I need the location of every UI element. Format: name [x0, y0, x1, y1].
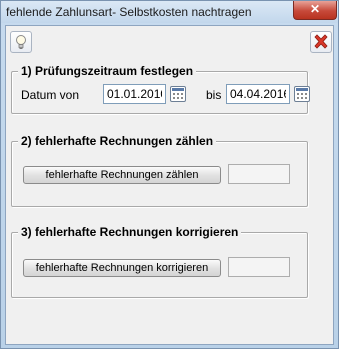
date-to-calendar-button[interactable]	[294, 86, 310, 102]
count-invoices-result	[228, 164, 290, 184]
date-range-legend: 1) Prüfungszeitraum festlegen	[18, 64, 197, 78]
app-window: fehlende Zahlunsart- Selbstkosten nachtr…	[0, 0, 339, 349]
fix-invoices-group: 3) fehlerhafte Rechnungen korrigieren fe…	[11, 225, 308, 298]
date-from-label: Datum von	[21, 88, 80, 102]
calendar-icon	[296, 88, 308, 99]
fix-invoices-legend: 3) fehlerhafte Rechnungen korrigieren	[18, 225, 242, 239]
date-range-group: 1) Prüfungszeitraum festlegen Datum von …	[11, 64, 310, 114]
count-invoices-button[interactable]: fehlerhafte Rechnungen zählen	[23, 166, 221, 184]
window-title: fehlende Zahlunsart- Selbstkosten nachtr…	[6, 5, 252, 19]
red-x-icon	[314, 34, 328, 49]
count-invoices-group: 2) fehlerhafte Rechnungen zählen fehlerh…	[11, 134, 308, 207]
fix-invoices-result	[228, 257, 290, 277]
date-from-calendar-button[interactable]	[170, 86, 186, 102]
count-invoices-legend: 2) fehlerhafte Rechnungen zählen	[18, 134, 217, 148]
date-from-input[interactable]	[103, 84, 166, 104]
calendar-icon	[172, 88, 184, 99]
info-button[interactable]	[10, 31, 32, 53]
date-to-label: bis	[206, 88, 222, 102]
window-close-button[interactable]: ✕	[293, 1, 337, 20]
close-form-button[interactable]	[310, 31, 332, 53]
title-bar[interactable]: fehlende Zahlunsart- Selbstkosten nachtr…	[1, 1, 338, 23]
date-to-input[interactable]	[226, 84, 290, 104]
client-area: 1) Prüfungszeitraum festlegen Datum von …	[5, 25, 334, 345]
lightbulb-icon	[16, 35, 26, 49]
fix-invoices-button[interactable]: fehlerhafte Rechnungen korrigieren	[23, 259, 221, 277]
